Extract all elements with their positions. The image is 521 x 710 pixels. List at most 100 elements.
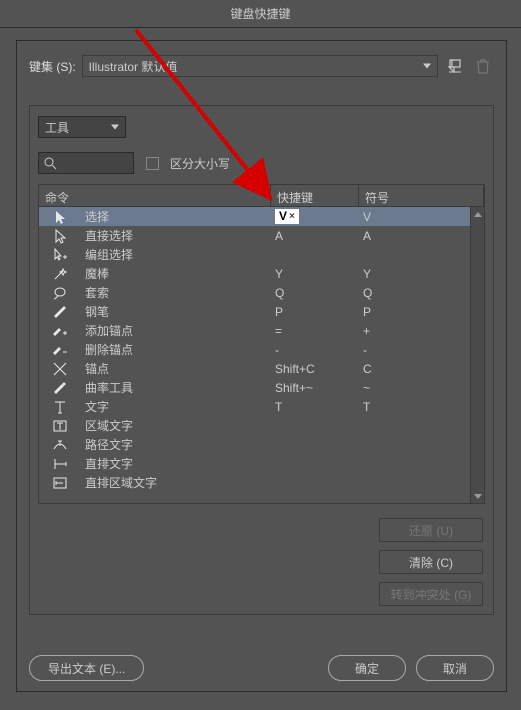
row-icon xyxy=(39,361,81,377)
undo-button[interactable]: 还原 (U) xyxy=(379,518,483,542)
type-icon xyxy=(52,399,68,415)
row-icon xyxy=(39,437,81,453)
table-row[interactable]: 路径文字 xyxy=(39,435,484,454)
cancel-button[interactable]: 取消 xyxy=(416,655,494,681)
keyset-dropdown[interactable]: Illustrator 默认值 xyxy=(82,55,438,77)
row-symbol: C xyxy=(359,362,470,376)
row-shortcut[interactable]: A xyxy=(271,229,359,243)
cursor-white-icon xyxy=(52,228,68,244)
row-shortcut[interactable]: V× xyxy=(271,209,359,224)
pen-minus-icon xyxy=(52,342,68,358)
table-row[interactable]: 直排区域文字 xyxy=(39,473,484,492)
lasso-icon xyxy=(52,285,68,301)
search-input[interactable] xyxy=(38,152,134,174)
category-value: 工具 xyxy=(45,119,69,136)
table-row[interactable]: 删除锚点-- xyxy=(39,340,484,359)
dialog-title: 键盘快捷键 xyxy=(0,0,521,28)
row-name: 直排区域文字 xyxy=(81,474,271,491)
row-name: 文字 xyxy=(81,398,271,415)
vtype-icon xyxy=(52,456,68,472)
goto-conflict-button[interactable]: 转到冲突处 (G) xyxy=(379,582,483,606)
table-row[interactable]: 选择V×V xyxy=(39,207,484,226)
row-symbol: P xyxy=(359,305,470,319)
row-icon xyxy=(39,247,81,263)
shortcut-edit-input[interactable]: V× xyxy=(275,209,299,224)
row-icon xyxy=(39,228,81,244)
shortcuts-panel: 工具 区分大小写 命令 快捷键 符号 选择V×V直接选择AA编组选择魔棒YY套索… xyxy=(29,105,494,615)
shortcut-text: = xyxy=(275,324,282,338)
header-command[interactable]: 命令 xyxy=(39,185,271,206)
row-symbol: - xyxy=(359,343,470,357)
row-symbol: T xyxy=(359,400,470,414)
ok-button[interactable]: 确定 xyxy=(328,655,406,681)
row-icon xyxy=(39,380,81,396)
row-shortcut[interactable]: Shift+~ xyxy=(271,381,359,395)
row-icon xyxy=(39,209,81,225)
row-shortcut[interactable]: Y xyxy=(271,267,359,281)
row-shortcut[interactable]: = xyxy=(271,324,359,338)
table-row[interactable]: 钢笔PP xyxy=(39,302,484,321)
row-symbol: Y xyxy=(359,267,470,281)
category-dropdown[interactable]: 工具 xyxy=(38,116,126,138)
table-row[interactable]: 曲率工具Shift+~~ xyxy=(39,378,484,397)
row-icon xyxy=(39,418,81,434)
pen-plus-icon xyxy=(52,323,68,339)
row-shortcut[interactable]: Shift+C xyxy=(271,362,359,376)
search-icon xyxy=(43,156,57,170)
row-name: 魔棒 xyxy=(81,265,271,282)
chevron-down-icon xyxy=(111,125,119,130)
row-shortcut[interactable]: P xyxy=(271,305,359,319)
header-symbol[interactable]: 符号 xyxy=(359,185,484,206)
path-type-icon xyxy=(52,437,68,453)
delete-keyset-button[interactable] xyxy=(472,55,494,77)
close-icon[interactable]: × xyxy=(289,209,295,224)
row-shortcut[interactable]: - xyxy=(271,343,359,357)
table-row[interactable]: 套索QQ xyxy=(39,283,484,302)
save-keyset-button[interactable] xyxy=(444,55,466,77)
row-shortcut[interactable]: T xyxy=(271,400,359,414)
shortcut-text: A xyxy=(275,229,283,243)
header-shortcut[interactable]: 快捷键 xyxy=(271,185,359,206)
scroll-up-icon[interactable] xyxy=(471,207,484,221)
shortcut-text: Q xyxy=(275,286,284,300)
row-shortcut[interactable]: Q xyxy=(271,286,359,300)
keyset-label: 键集 (S): xyxy=(29,58,76,75)
row-name: 钢笔 xyxy=(81,303,271,320)
side-buttons: 还原 (U) 清除 (C) 转到冲突处 (G) xyxy=(38,518,485,606)
clear-button[interactable]: 清除 (C) xyxy=(379,550,483,574)
row-icon xyxy=(39,285,81,301)
table-row[interactable]: 魔棒YY xyxy=(39,264,484,283)
table-row[interactable]: 直排文字 xyxy=(39,454,484,473)
anchor-icon xyxy=(52,361,68,377)
scrollbar[interactable] xyxy=(470,207,484,503)
row-icon xyxy=(39,304,81,320)
row-symbol: A xyxy=(359,229,470,243)
case-label: 区分大小写 xyxy=(170,155,230,172)
search-row: 区分大小写 xyxy=(38,152,485,174)
cursor-plus-icon xyxy=(52,247,68,263)
scroll-down-icon[interactable] xyxy=(471,489,484,503)
cursor-icon xyxy=(52,209,68,225)
table-row[interactable]: 添加锚点=+ xyxy=(39,321,484,340)
row-icon xyxy=(39,456,81,472)
row-name: 套索 xyxy=(81,284,271,301)
table-row[interactable]: 编组选择 xyxy=(39,245,484,264)
table-row[interactable]: 锚点Shift+CC xyxy=(39,359,484,378)
table-row[interactable]: 直接选择AA xyxy=(39,226,484,245)
case-checkbox[interactable]: 区分大小写 xyxy=(146,155,230,172)
area-type-icon xyxy=(52,418,68,434)
shortcut-text: Shift+C xyxy=(275,362,315,376)
row-name: 路径文字 xyxy=(81,436,271,453)
row-name: 区域文字 xyxy=(81,417,271,434)
row-icon xyxy=(39,475,81,491)
row-icon xyxy=(39,323,81,339)
table-row[interactable]: 文字 T T xyxy=(39,397,484,416)
export-text-button[interactable]: 导出文本 (E)... xyxy=(29,655,144,681)
row-icon xyxy=(39,266,81,282)
shortcut-text: T xyxy=(275,400,282,414)
table-row[interactable]: 区域文字 xyxy=(39,416,484,435)
varea-type-icon xyxy=(52,475,68,491)
shortcuts-table: 命令 快捷键 符号 选择V×V直接选择AA编组选择魔棒YY套索QQ钢笔PP添加锚… xyxy=(38,184,485,504)
row-name: 删除锚点 xyxy=(81,341,271,358)
shortcut-text: - xyxy=(275,343,279,357)
